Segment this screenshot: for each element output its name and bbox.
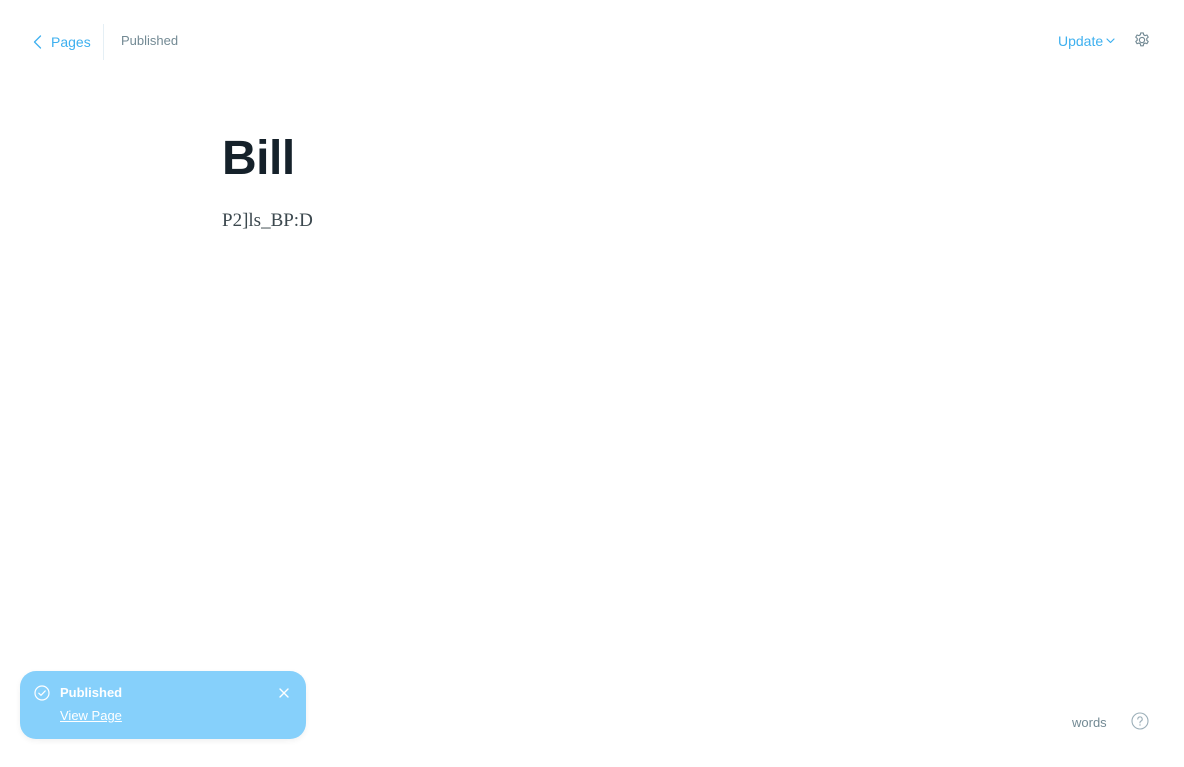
question-circle-icon xyxy=(1131,711,1149,735)
header-divider xyxy=(103,24,104,60)
post-status: Published xyxy=(121,33,179,48)
back-link-label: Pages xyxy=(51,34,91,50)
help-button[interactable] xyxy=(1130,711,1150,735)
update-button-label: Update xyxy=(1058,33,1104,49)
notification-title: Published xyxy=(60,685,123,700)
post-body[interactable]: P2]ls_BP:D xyxy=(222,208,313,234)
published-notification: Published View Page xyxy=(20,671,306,739)
chevron-down-icon xyxy=(1106,38,1115,44)
post-title[interactable]: Bill xyxy=(222,128,295,190)
back-to-pages-link[interactable]: Pages xyxy=(33,31,91,53)
editor-header: Pages Published Update xyxy=(0,0,1184,84)
gear-icon xyxy=(1133,31,1151,54)
settings-button[interactable] xyxy=(1131,31,1153,53)
check-circle-icon xyxy=(34,685,50,701)
close-icon[interactable] xyxy=(277,686,291,700)
view-page-link[interactable]: View Page xyxy=(60,708,122,723)
chevron-left-icon xyxy=(33,35,45,49)
update-button[interactable]: Update xyxy=(1058,33,1115,49)
word-count: words xyxy=(1072,715,1107,730)
